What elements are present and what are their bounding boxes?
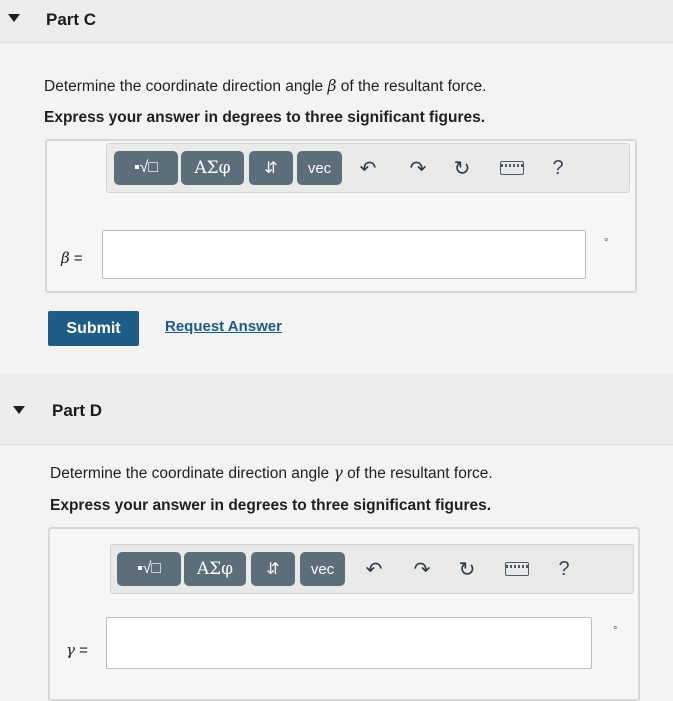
answer-box: ▪√□ ΑΣφ ⇵ vec ↶ ↷ ↻ ? β = ° — [45, 139, 637, 293]
question-prefix: Determine the coordinate direction angle — [44, 78, 324, 95]
templates-button[interactable]: ▪√□ — [114, 151, 178, 185]
degree-unit: ° — [613, 625, 618, 637]
part-c-header[interactable]: Part C — [0, 0, 673, 43]
question-text: Determine the coordinate direction angle… — [50, 464, 493, 483]
greek-button[interactable]: ΑΣφ — [181, 151, 244, 185]
question-text: Determine the coordinate direction angle… — [44, 77, 486, 96]
keyboard-icon[interactable] — [499, 151, 525, 185]
instruction-text: Express your answer in degrees to three … — [44, 109, 486, 126]
sort-button[interactable]: ⇵ — [249, 151, 293, 185]
part-c-title: Part C — [46, 10, 97, 29]
question-symbol: β — [327, 77, 337, 95]
vec-button[interactable]: vec — [300, 552, 345, 586]
question-symbol: γ — [333, 464, 343, 482]
question-suffix: of the resultant force. — [340, 78, 487, 95]
sort-button[interactable]: ⇵ — [251, 552, 295, 586]
question-suffix: of the resultant force. — [347, 465, 493, 482]
gamma-variable-label: γ = — [66, 641, 88, 659]
redo-icon[interactable]: ↷ — [405, 151, 431, 185]
help-icon[interactable]: ? — [551, 552, 577, 586]
submit-button[interactable]: Submit — [48, 311, 139, 346]
reset-icon[interactable]: ↻ — [449, 151, 475, 185]
degree-unit: ° — [604, 237, 609, 249]
help-icon[interactable]: ? — [545, 151, 571, 185]
math-toolbar: ▪√□ ΑΣφ ⇵ vec ↶ ↷ ↻ ? — [106, 143, 630, 193]
beta-answer-input[interactable] — [102, 230, 586, 279]
greek-button[interactable]: ΑΣφ — [184, 552, 246, 586]
templates-button[interactable]: ▪√□ — [117, 552, 181, 586]
undo-icon[interactable]: ↶ — [355, 151, 381, 185]
undo-icon[interactable]: ↶ — [361, 552, 387, 586]
collapse-caret-icon[interactable] — [13, 406, 25, 414]
reset-icon[interactable]: ↻ — [454, 552, 480, 586]
equals-sign: = — [73, 250, 83, 267]
request-answer-link[interactable]: Request Answer — [165, 318, 282, 335]
redo-icon[interactable]: ↷ — [409, 552, 435, 586]
part-d-body: Determine the coordinate direction angle… — [0, 445, 673, 701]
math-toolbar: ▪√□ ΑΣφ ⇵ vec ↶ ↷ ↻ ? — [110, 544, 634, 594]
beta-variable-label: β = — [61, 249, 83, 267]
keyboard-icon[interactable] — [504, 552, 530, 586]
equals-sign: = — [79, 642, 88, 659]
collapse-caret-icon[interactable] — [8, 14, 20, 22]
instruction-text: Express your answer in degrees to three … — [50, 497, 492, 514]
answer-box: ▪√□ ΑΣφ ⇵ vec ↶ ↷ ↻ ? γ = ° — [48, 527, 640, 701]
question-prefix: Determine the coordinate direction angle — [50, 465, 330, 482]
part-d-header[interactable]: Part D — [0, 374, 673, 445]
gamma-symbol: γ — [66, 641, 75, 659]
part-c-body: Determine the coordinate direction angle… — [0, 43, 673, 373]
vec-button[interactable]: vec — [297, 151, 342, 185]
gamma-answer-input[interactable] — [106, 617, 592, 669]
part-d-title: Part D — [52, 401, 103, 420]
beta-symbol: β — [61, 249, 70, 267]
